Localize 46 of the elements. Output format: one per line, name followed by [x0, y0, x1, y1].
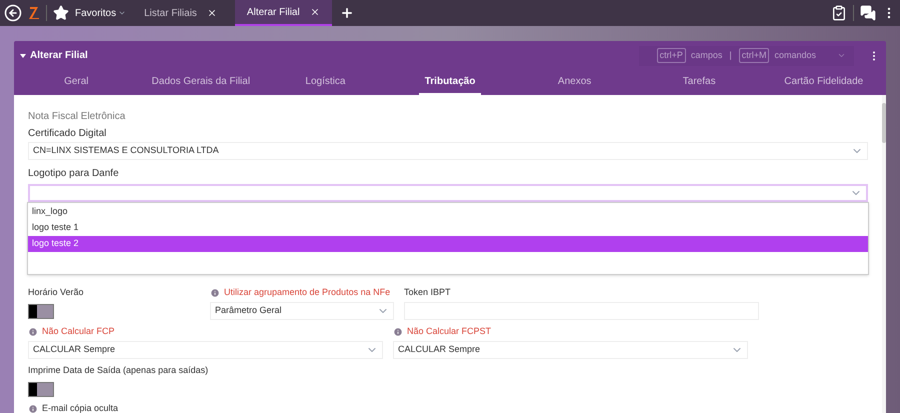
- field-label: Logotipo para Danfe: [28, 167, 120, 181]
- tab[interactable]: Cartão Fidelidade: [778, 70, 870, 95]
- select-field[interactable]: Parâmetro Geral: [210, 302, 394, 320]
- tab[interactable]: Anexos: [552, 70, 598, 95]
- select-field[interactable]: [28, 184, 868, 202]
- caret-icon: [118, 9, 126, 17]
- field-label: Imprime Data de Saída (apenas para saídas): [28, 364, 208, 378]
- dropdown-option[interactable]: logo teste 2: [28, 236, 868, 252]
- field-label: Utilizar agrupamento de Produtos na NFe: [224, 286, 390, 300]
- star-icon: [53, 5, 69, 21]
- shortcut-key: ctrl+P: [656, 48, 686, 64]
- section-title: Nota Fiscal Eletrônica: [28, 110, 126, 124]
- tab[interactable]: Geral: [58, 70, 95, 95]
- favorites-menu[interactable]: Favoritos: [75, 6, 126, 20]
- shortcut-key: ctrl+M: [738, 48, 770, 64]
- close-icon[interactable]: [310, 7, 320, 17]
- field-label: Horário Verão: [28, 286, 84, 300]
- logo-icon: [28, 6, 40, 20]
- field-label: Não Calcular FCP: [42, 325, 115, 338]
- browser-tab[interactable]: Listar Filiais: [132, 0, 229, 26]
- toggle-switch[interactable]: [28, 382, 54, 397]
- shortcut-label: campos: [690, 48, 722, 62]
- field-label: E-mail cópia oculta: [42, 402, 118, 413]
- browser-tab[interactable]: Alterar Filial: [234, 0, 332, 26]
- chat-icon[interactable]: [860, 5, 876, 21]
- collapse-caret-icon[interactable]: [20, 54, 26, 58]
- panel-title: Alterar Filial: [30, 49, 88, 63]
- separator: |: [729, 48, 732, 62]
- scrollbar-thumb[interactable]: [882, 103, 886, 143]
- select-field[interactable]: CALCULAR Sempre: [28, 341, 383, 359]
- toggle-switch[interactable]: [28, 304, 54, 319]
- select-field[interactable]: CN=LINX SISTEMAS E CONSULTORIA LTDA: [28, 142, 868, 160]
- close-icon[interactable]: [206, 8, 217, 18]
- field-label: Certificado Digital: [28, 127, 108, 141]
- select-field[interactable]: CALCULAR Sempre: [393, 341, 748, 359]
- clipboard-icon[interactable]: [831, 5, 847, 21]
- back-icon[interactable]: [4, 4, 22, 22]
- field-label: Não Calcular FCPST: [407, 325, 492, 338]
- dropdown-option[interactable]: linx_logo: [28, 204, 868, 220]
- dropdown-option[interactable]: logo teste 1: [28, 220, 868, 236]
- tab[interactable]: Logística: [299, 70, 352, 95]
- field-label: Token IBPT: [404, 286, 451, 300]
- tab[interactable]: Tarefas: [676, 70, 722, 95]
- shortcut-label: comandos: [774, 48, 816, 62]
- add-tab-icon[interactable]: [340, 6, 354, 20]
- tab[interactable]: Dados Gerais da Filial: [146, 70, 256, 95]
